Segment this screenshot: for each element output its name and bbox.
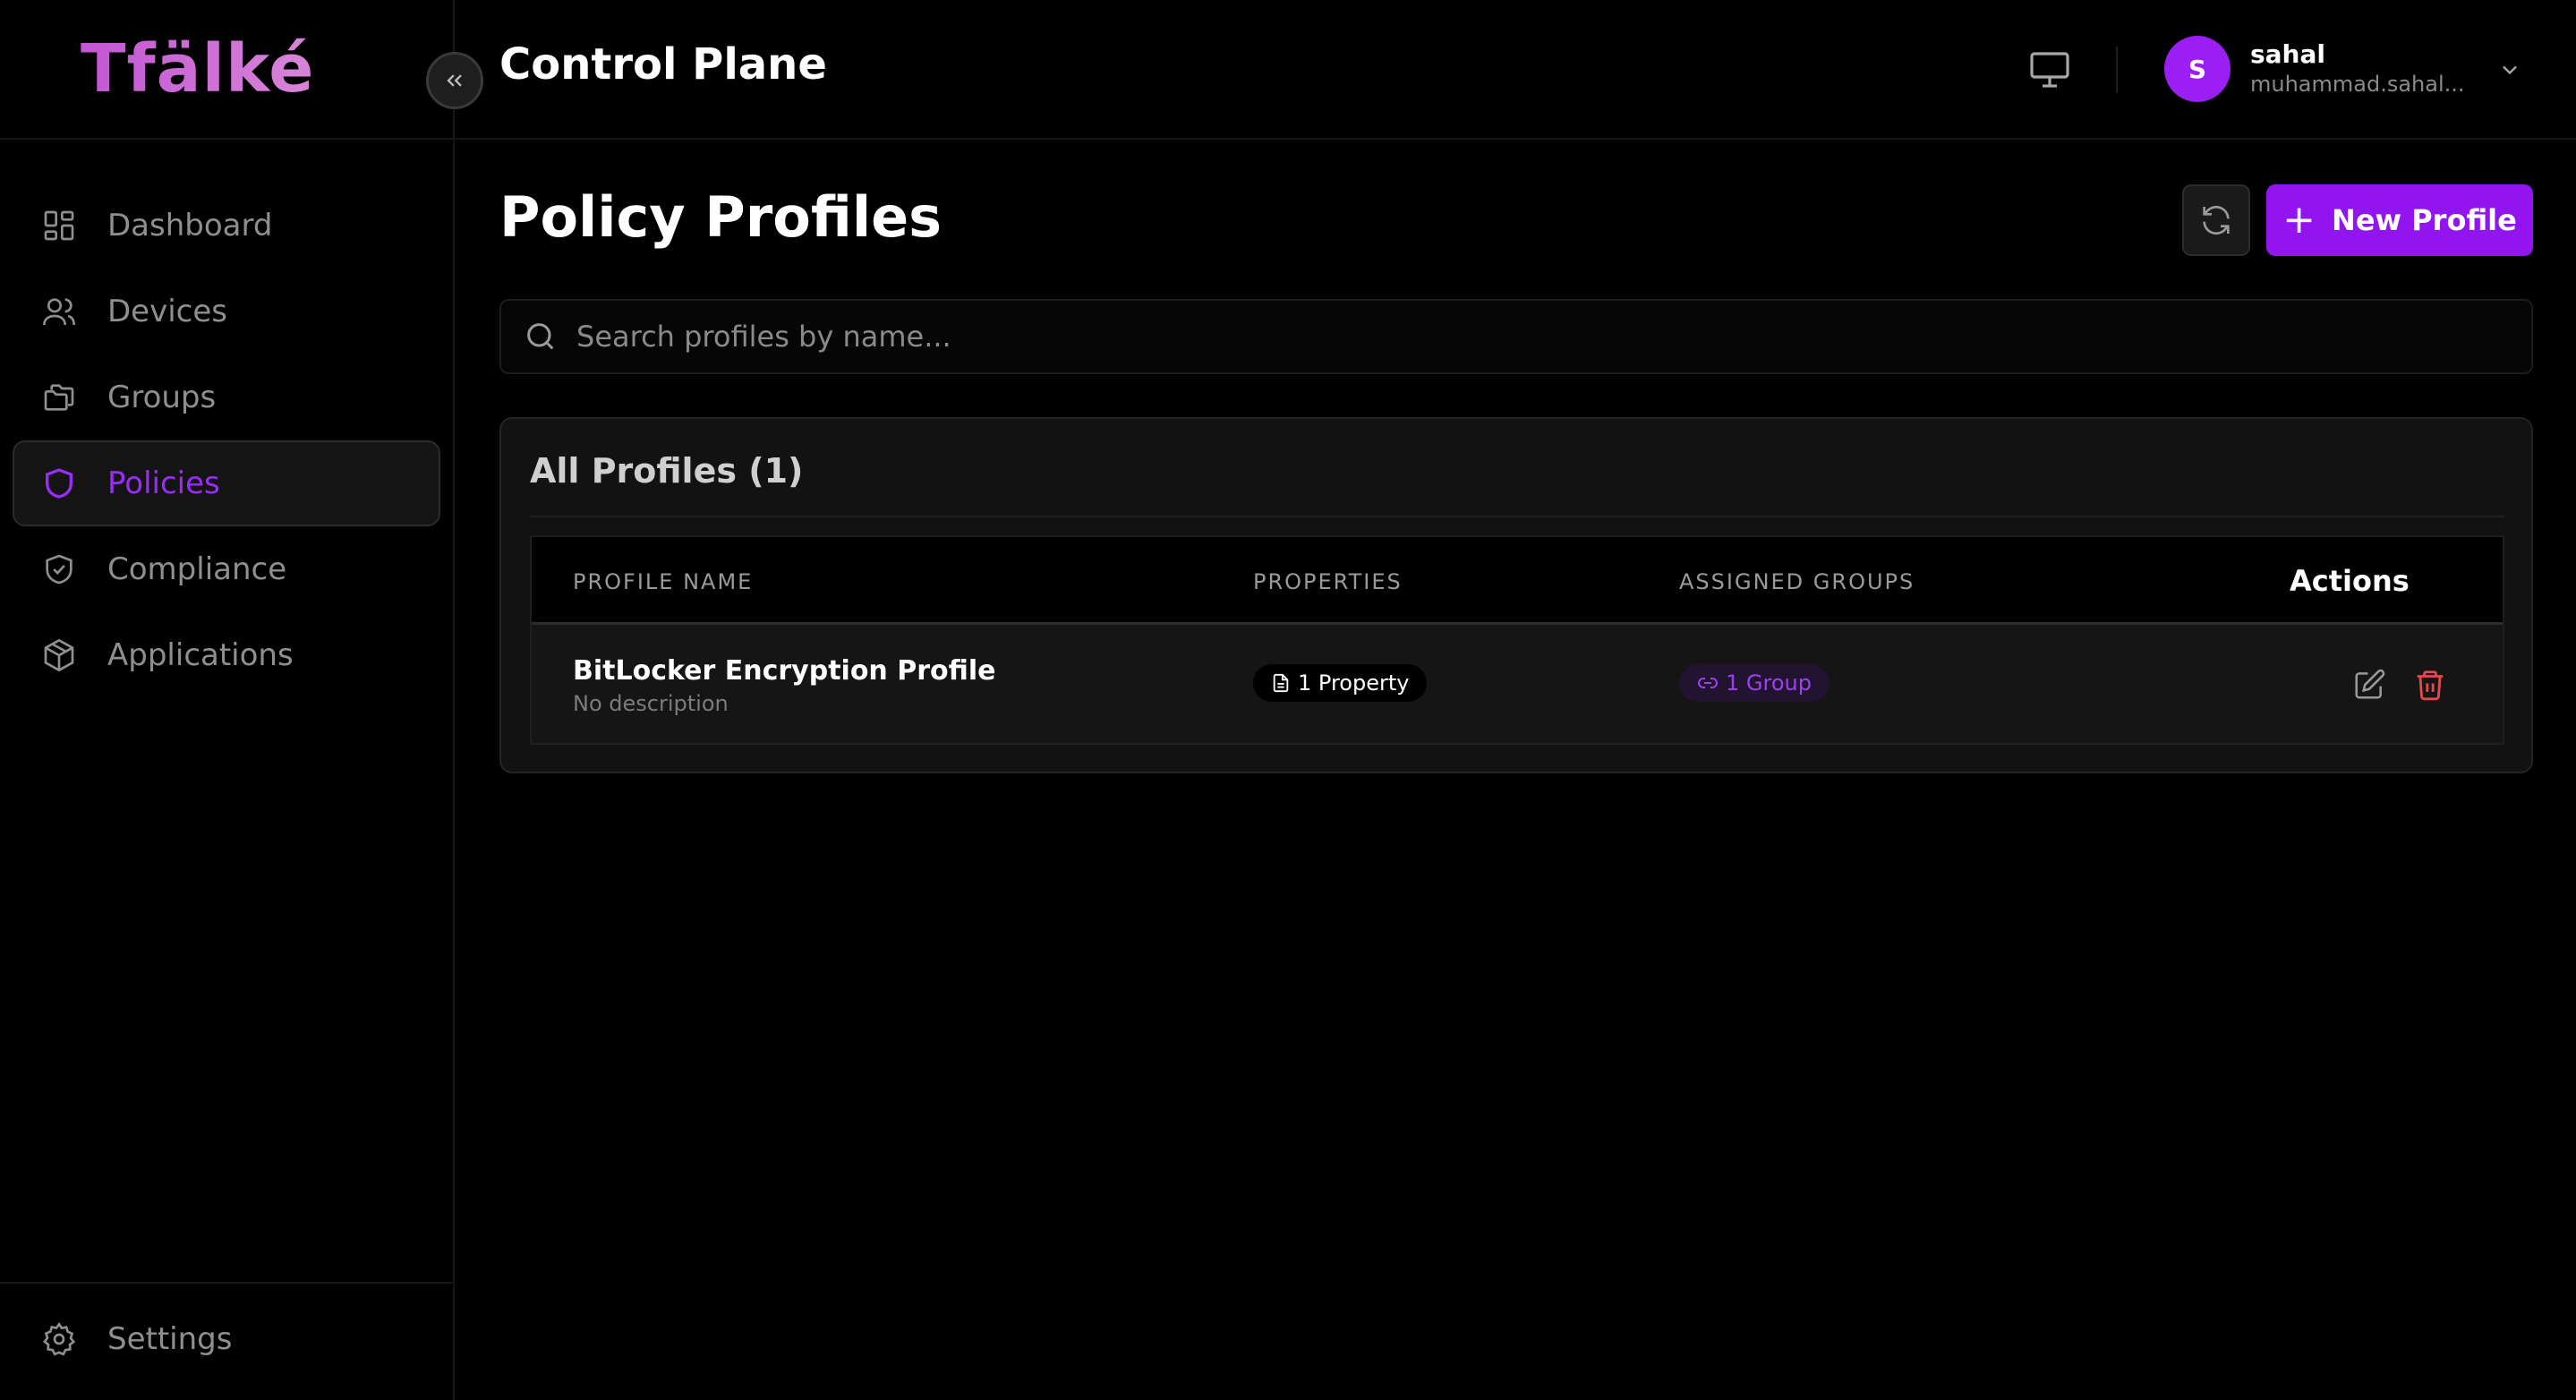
column-header-properties[interactable]: PROPERTIES <box>1253 569 1403 594</box>
sidebar: Tfälké Dashboard Devices Groups Policies… <box>0 0 455 1400</box>
search-input[interactable] <box>576 320 2501 354</box>
refresh-button[interactable] <box>2182 184 2250 256</box>
sidebar-item-compliance[interactable]: Compliance <box>13 526 440 612</box>
link-icon <box>1698 678 1718 688</box>
table-header: PROFILE NAME PROPERTIES ASSIGNED GROUPS … <box>532 537 2503 625</box>
users-icon <box>41 294 77 329</box>
edit-icon[interactable] <box>2352 668 2386 702</box>
brand-logo[interactable]: Tfälké <box>81 30 314 107</box>
header-divider <box>2116 47 2118 93</box>
shield-check-icon <box>41 551 77 587</box>
page-title: Policy Profiles <box>499 184 943 250</box>
properties-badge[interactable]: 1 Property <box>1253 664 1428 702</box>
chevrons-left-icon <box>447 74 462 87</box>
sidebar-item-label: Dashboard <box>107 208 273 243</box>
new-profile-button[interactable]: + New Profile <box>2266 184 2533 256</box>
properties-count: 1 Property <box>1298 670 1410 696</box>
package-icon <box>41 637 77 673</box>
card-title: All Profiles (1) <box>530 451 804 491</box>
chevron-down-icon[interactable] <box>2497 57 2522 82</box>
sidebar-item-label: Groups <box>107 380 217 415</box>
avatar[interactable]: S <box>2164 36 2231 102</box>
refresh-icon <box>2203 205 2230 235</box>
profile-description: No description <box>573 691 729 716</box>
column-header-profile-name[interactable]: PROFILE NAME <box>573 569 753 594</box>
column-header-assigned-groups[interactable]: ASSIGNED GROUPS <box>1679 569 1915 594</box>
collapse-sidebar-button[interactable] <box>426 52 483 109</box>
top-header: Control Plane S sahal muhammad.sahal... <box>426 0 2576 140</box>
user-email[interactable]: muhammad.sahal... <box>2250 72 2465 97</box>
groups-count: 1 Group <box>1726 670 1812 696</box>
profiles-table: PROFILE NAME PROPERTIES ASSIGNED GROUPS … <box>530 535 2504 745</box>
app-root: Tfälké Dashboard Devices Groups Policies… <box>0 0 2576 1400</box>
search-icon <box>527 323 554 350</box>
plus-icon: + <box>2282 197 2316 243</box>
search-box <box>499 299 2533 374</box>
sidebar-item-devices[interactable]: Devices <box>13 269 440 354</box>
sidebar-item-label: Settings <box>107 1321 233 1357</box>
sidebar-item-label: Policies <box>107 465 220 501</box>
sidebar-item-applications[interactable]: Applications <box>13 612 440 698</box>
sidebar-item-policies[interactable]: Policies <box>13 440 440 526</box>
sidebar-item-label: Applications <box>107 637 294 673</box>
table-row[interactable]: BitLocker Encryption Profile No descript… <box>532 625 2503 743</box>
sidebar-item-label: Devices <box>107 294 227 329</box>
dashboard-grid-icon <box>41 208 77 243</box>
monitor-icon[interactable] <box>2028 50 2071 90</box>
card-divider <box>530 516 2504 517</box>
user-name[interactable]: sahal <box>2250 39 2325 69</box>
gear-icon <box>41 1321 77 1357</box>
sidebar-nav: Dashboard Devices Groups Policies Compli… <box>13 183 440 698</box>
sidebar-item-label: Compliance <box>107 551 287 587</box>
sidebar-footer: Settings <box>0 1282 453 1400</box>
logo-area: Tfälké <box>0 0 453 140</box>
shield-icon <box>41 465 77 501</box>
profile-name[interactable]: BitLocker Encryption Profile <box>573 655 996 687</box>
sidebar-item-dashboard[interactable]: Dashboard <box>13 183 440 269</box>
file-text-icon <box>1273 673 1289 693</box>
folders-icon <box>41 380 77 415</box>
column-header-actions: Actions <box>2290 564 2410 598</box>
trash-icon[interactable] <box>2413 668 2447 702</box>
sidebar-item-settings[interactable]: Settings <box>13 1296 440 1382</box>
app-title: Control Plane <box>499 39 827 90</box>
groups-badge[interactable]: 1 Group <box>1679 664 1830 702</box>
new-profile-label: New Profile <box>2332 203 2517 237</box>
sidebar-item-groups[interactable]: Groups <box>13 354 440 440</box>
profiles-card: All Profiles (1) PROFILE NAME PROPERTIES… <box>499 417 2533 773</box>
